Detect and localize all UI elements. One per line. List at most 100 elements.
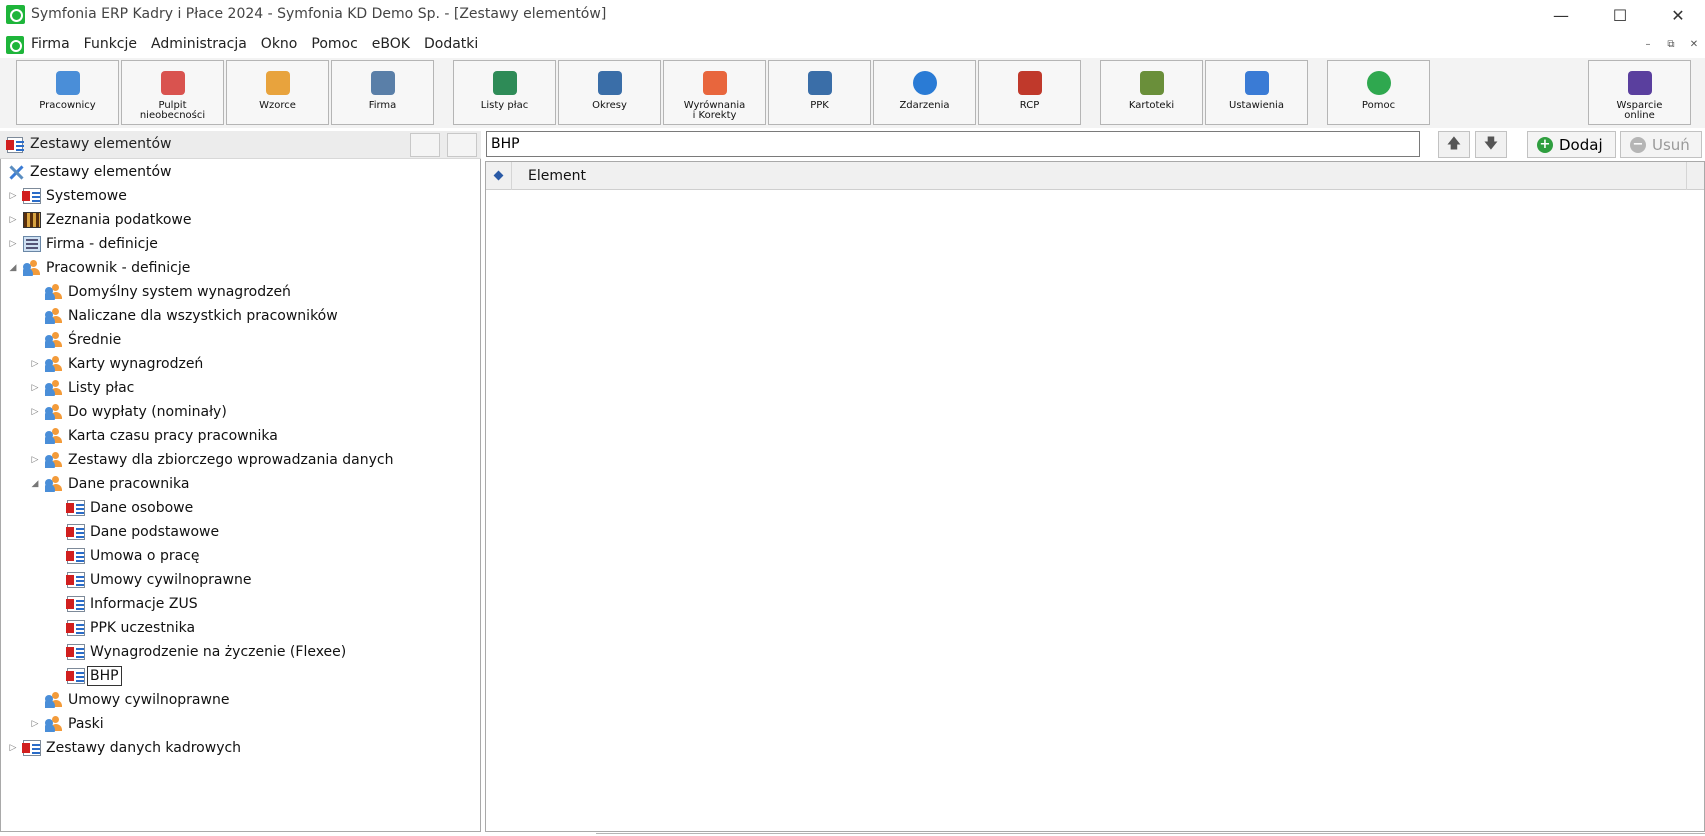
menu-item-4[interactable]: Pomoc [311, 36, 357, 52]
tree-node[interactable]: ▷ Karty wynagrodzeń [29, 353, 203, 375]
toolbar-button-4[interactable]: Listy płac [453, 60, 556, 125]
expander-icon[interactable]: ◢ [29, 479, 41, 489]
books-icon [23, 212, 41, 228]
toolbar-button-label: Ustawienia [1229, 100, 1284, 111]
expander-icon[interactable]: ▷ [29, 455, 41, 465]
tree-node[interactable]: BHP [51, 665, 122, 687]
tree-node[interactable]: Umowy cywilnoprawne [51, 569, 251, 591]
sort-indicator-icon[interactable] [493, 170, 504, 181]
tree-node[interactable]: ◢ Dane pracownika [29, 473, 189, 495]
app-menu-icon[interactable] [6, 36, 24, 54]
tree-node[interactable]: Dane osobowe [51, 497, 193, 519]
toolbar-button-3[interactable]: Firma [331, 60, 434, 125]
expander-icon[interactable]: ▷ [7, 239, 19, 249]
maximize-button[interactable]: ☐ [1593, 0, 1647, 30]
tools-icon [7, 164, 25, 180]
move-up-button[interactable]: 🡅 [1438, 131, 1470, 158]
rcp-icon [1017, 71, 1042, 95]
expander-icon[interactable]: ▷ [7, 743, 19, 753]
tree-node[interactable]: Domyślny system wynagrodzeń [29, 281, 291, 303]
toolbar-button-label: Kartoteki [1128, 100, 1175, 111]
tree-node[interactable]: Informacje ZUS [51, 593, 198, 615]
menu-item-3[interactable]: Okno [261, 36, 298, 52]
toolbar-button-12[interactable]: Pomoc [1327, 60, 1430, 125]
toolbar-button-label: Pomoc [1361, 100, 1396, 111]
toolbar-button-11[interactable]: Ustawienia [1205, 60, 1308, 125]
toolbar-button-5[interactable]: Okresy [558, 60, 661, 125]
tree-node-label: Umowy cywilnoprawne [68, 692, 230, 708]
tree-node-label: Umowa o pracę [90, 548, 200, 564]
toolbar-button-7[interactable]: PPK [768, 60, 871, 125]
tree-node-label: PPK uczestnika [90, 620, 196, 636]
tree-node[interactable]: ▷ Do wypłaty (nominały) [29, 401, 227, 423]
tree-node[interactable]: Dane podstawowe [51, 521, 219, 543]
set-name-field-wrapper [486, 131, 1420, 157]
expander-icon[interactable]: ▷ [29, 719, 41, 729]
tree-node[interactable]: ◢ Pracownik - definicje [7, 257, 190, 279]
menu-item-5[interactable]: eBOK [372, 36, 410, 52]
column-header-element[interactable]: Element [528, 168, 586, 184]
toolbar-button-1[interactable]: Pulpit nieobecności [121, 60, 224, 125]
people-icon [45, 356, 63, 372]
menu-item-2[interactable]: Administracja [151, 36, 247, 52]
tree-node-label: Informacje ZUS [90, 596, 198, 612]
tree-node-label: Karty wynagrodzeń [68, 356, 204, 372]
mdi-restore-button[interactable]: ⧉ [1661, 35, 1681, 53]
expander-icon[interactable]: ▷ [29, 407, 41, 417]
move-down-button[interactable]: 🡇 [1475, 131, 1507, 158]
open-folder-button[interactable] [447, 133, 477, 157]
menu-item-6[interactable]: Dodatki [424, 36, 478, 52]
corrections-icon [702, 71, 727, 95]
tree-node-label: Listy płac [68, 380, 135, 396]
toolbar-button-9[interactable]: RCP [978, 60, 1081, 125]
tree-node[interactable]: Umowy cywilnoprawne [29, 689, 229, 711]
toolbar-button-13[interactable]: Wsparcie online [1588, 60, 1691, 125]
sets-tree[interactable]: Zestawy elementów ▷ Systemowe ▷ Zeznania pod… [0, 159, 481, 832]
templates-icon [265, 71, 290, 95]
add-button[interactable]: + Dodaj [1527, 131, 1616, 158]
toolbar-button-10[interactable]: Kartoteki [1100, 60, 1203, 125]
tree-root[interactable]: Zestawy elementów [0, 161, 172, 183]
expander-icon[interactable]: ◢ [7, 263, 19, 273]
payroll-icon [492, 71, 517, 95]
people-icon [45, 308, 63, 324]
tree-node[interactable]: Średnie [29, 329, 121, 351]
tree-node[interactable]: Wynagrodzenie na życzenie (Flexee) [51, 641, 346, 663]
tree-node[interactable]: Naliczane dla wszystkich pracowników [29, 305, 338, 327]
mdi-close-button[interactable]: ✕ [1684, 35, 1704, 53]
tree-node[interactable]: Umowa o pracę [51, 545, 199, 567]
toolbar-button-6[interactable]: Wyrównania i Korekty [663, 60, 766, 125]
toolbar-button-8[interactable]: Zdarzenia [873, 60, 976, 125]
panel-header: Zestawy elementów [0, 131, 481, 159]
expander-icon[interactable]: ▷ [7, 215, 19, 225]
tree-node[interactable]: ▷ Systemowe [7, 185, 127, 207]
toolbar-button-2[interactable]: Wzorce [226, 60, 329, 125]
window-title: Symfonia ERP Kadry i Płace 2024 - Symfon… [31, 6, 607, 22]
expander-icon[interactable]: ▷ [29, 383, 41, 393]
menu-item-1[interactable]: Funkcje [84, 36, 137, 52]
minimize-button[interactable]: — [1534, 0, 1588, 30]
remove-button[interactable]: − Usuń [1620, 131, 1702, 158]
tree-node[interactable]: ▷ Paski [29, 713, 104, 735]
tree-node[interactable]: PPK uczestnika [51, 617, 195, 639]
tree-node-label: Zestawy elementów [30, 164, 172, 180]
people-icon [45, 284, 63, 300]
expander-icon[interactable]: ▷ [7, 191, 19, 201]
tree-node[interactable]: ▷ Zestawy danych kadrowych [7, 737, 241, 759]
expander-icon[interactable]: ▷ [29, 359, 41, 369]
set-name-input[interactable] [487, 132, 1419, 156]
menu-item-0[interactable]: Firma [31, 36, 70, 52]
tree-node[interactable]: ▷ Listy płac [29, 377, 134, 399]
tree-node[interactable]: ▷ Zestawy dla zbiorczego wprowadzania dan… [29, 449, 393, 471]
elements-grid[interactable]: Element [485, 161, 1705, 832]
add-button-label: Dodaj [1559, 135, 1603, 154]
mdi-minimize-button[interactable]: – [1638, 35, 1658, 53]
tree-node[interactable]: ▷ Zeznania podatkowe [7, 209, 191, 231]
close-button[interactable]: ✕ [1651, 0, 1705, 30]
tree-node[interactable]: Karta czasu pracy pracownika [29, 425, 278, 447]
form-icon [66, 620, 85, 636]
tree-node[interactable]: ▷ Firma - definicje [7, 233, 158, 255]
form-icon [66, 668, 85, 684]
new-folder-button[interactable] [410, 133, 440, 157]
toolbar-button-0[interactable]: Pracownicy [16, 60, 119, 125]
